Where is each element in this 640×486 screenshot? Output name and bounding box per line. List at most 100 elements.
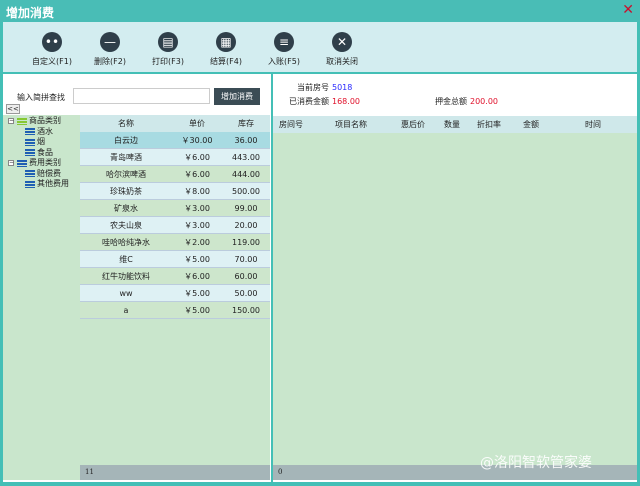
cell-price: ￥8.00 <box>184 187 210 196</box>
room-info: 当前房号 5018 <box>297 82 352 93</box>
cancel-close-button[interactable]: ✕ 取消关闭 <box>313 22 371 72</box>
cell-name: a <box>123 306 129 315</box>
col-discounted-price[interactable]: 惠后价 <box>401 116 425 133</box>
cell-name: 白云边 <box>114 136 138 145</box>
table-row[interactable]: a ￥5.00 150.00 <box>80 302 270 319</box>
checkout-button[interactable]: ▦ 结算(F4) <box>197 22 255 72</box>
tree-node-label: 费用类别 <box>29 158 61 167</box>
table-row[interactable]: 青岛啤酒 ￥6.00 443.00 <box>80 149 270 166</box>
deposit-info: 押金总额 200.00 <box>435 96 498 107</box>
search-label: 输入简拼查找 <box>17 93 65 102</box>
table-row[interactable]: 矿泉水 ￥3.00 99.00 <box>80 200 270 217</box>
cell-name: 维C <box>119 255 133 264</box>
table-row[interactable]: ww ￥5.00 50.00 <box>80 285 270 302</box>
cell-stock: 60.00 <box>234 272 258 281</box>
cell-stock: 70.00 <box>234 255 258 264</box>
tree-node[interactable]: 烟 <box>3 137 80 148</box>
cell-name: ww <box>119 289 133 298</box>
tree-node[interactable]: 赔偿费 <box>3 169 80 180</box>
menu-icon: ≡ <box>274 32 294 52</box>
cell-stock: 500.00 <box>232 187 260 196</box>
col-discount[interactable]: 折扣率 <box>477 116 501 133</box>
tree-node-label: 赔偿费 <box>37 168 61 178</box>
delete-label: 删除(F2) <box>94 57 126 66</box>
collapse-button[interactable]: << <box>6 104 20 114</box>
custom-button[interactable]: •• 自定义(F1) <box>23 22 81 72</box>
delete-button[interactable]: — 删除(F2) <box>81 22 139 72</box>
cancel-close-label: 取消关闭 <box>326 57 358 66</box>
cell-stock: 119.00 <box>232 238 260 247</box>
printer-icon: ▤ <box>158 32 178 52</box>
cell-stock: 99.00 <box>234 204 258 213</box>
tree-node[interactable]: − 费用类别 <box>3 158 80 169</box>
close-circle-icon: ✕ <box>332 32 352 52</box>
close-icon[interactable]: ✕ <box>622 2 634 18</box>
tree-node-label: 酒水 <box>37 126 53 136</box>
title-bar: 增加消费 ✕ <box>0 0 640 22</box>
checkout-label: 结算(F4) <box>210 57 242 66</box>
spent-info: 已消费金额 168.00 <box>289 96 360 107</box>
cell-price: ￥6.00 <box>184 170 210 179</box>
tree-node[interactable]: − 商品类别 <box>3 116 80 127</box>
tree-node[interactable]: 其他费用 <box>3 179 80 190</box>
cell-name: 青岛啤酒 <box>110 153 142 162</box>
cell-price: ￥3.00 <box>184 204 210 213</box>
spent-label: 已消费金额 <box>289 97 329 106</box>
watermark: @洛阳智软管家婆 <box>480 455 592 471</box>
col-item[interactable]: 项目名称 <box>335 116 367 133</box>
deposit-label: 押金总额 <box>435 97 467 106</box>
cell-name: 珍珠奶茶 <box>110 187 142 196</box>
list-icon <box>17 159 27 167</box>
table-row[interactable]: 哈尔滨啤酒 ￥6.00 444.00 <box>80 166 270 183</box>
table-row[interactable]: 红牛功能饮料 ￥6.00 60.00 <box>80 268 270 285</box>
cell-stock: 444.00 <box>232 170 260 179</box>
print-label: 打印(F3) <box>152 57 184 66</box>
cell-price: ￥6.00 <box>184 153 210 162</box>
tree-node[interactable]: 酒水 <box>3 127 80 138</box>
add-consumption-button[interactable]: 增加消费 <box>214 88 260 105</box>
tree-node[interactable]: 食品 <box>3 148 80 159</box>
cell-name: 红牛功能饮料 <box>102 272 150 281</box>
col-time[interactable]: 时间 <box>585 116 601 133</box>
col-stock[interactable]: 库存 <box>222 115 270 132</box>
table-row[interactable]: 哇哈哈纯净水 ￥2.00 119.00 <box>80 234 270 251</box>
post-button[interactable]: ≡ 入账(F5) <box>255 22 313 72</box>
cell-price: ￥3.00 <box>184 221 210 230</box>
table-row[interactable]: 农夫山泉 ￥3.00 20.00 <box>80 217 270 234</box>
cell-price: ￥5.00 <box>184 255 210 264</box>
cell-price: ￥5.00 <box>184 306 210 315</box>
cell-price: ￥6.00 <box>184 272 210 281</box>
left-panel: 输入简拼查找 增加消费 << − 商品类别 酒水烟食品 − 费用类别 赔偿费 其他费用 名称… <box>3 74 271 482</box>
room-label: 当前房号 <box>297 83 329 92</box>
cell-price: ￥5.00 <box>184 289 210 298</box>
cell-stock: 20.00 <box>234 221 258 230</box>
cell-stock: 150.00 <box>232 306 260 315</box>
toolbar: •• 自定义(F1) — 删除(F2) ▤ 打印(F3) ▦ 结算(F4) ≡ 入账(F5… <box>3 22 637 72</box>
goods-count: 11 <box>80 465 270 480</box>
consumption-header: 房间号 项目名称 惠后价 数量 折扣率 金额 时间 <box>273 116 637 133</box>
table-row[interactable]: 维C ￥5.00 70.00 <box>80 251 270 268</box>
goods-header: 名称 单价 库存 <box>80 115 270 132</box>
cell-name: 矿泉水 <box>114 204 138 213</box>
minus-icon: — <box>100 32 120 52</box>
tree-node-label: 其他费用 <box>37 179 69 188</box>
collapse-toggle-icon[interactable]: − <box>8 160 14 167</box>
tree-node-label: 烟 <box>37 137 45 146</box>
table-row[interactable]: 白云边 ￥30.00 36.00 <box>80 132 270 149</box>
print-button[interactable]: ▤ 打印(F3) <box>139 22 197 72</box>
col-amount[interactable]: 金额 <box>523 116 539 133</box>
collapse-toggle-icon[interactable]: − <box>8 118 14 125</box>
search-input[interactable] <box>73 88 210 104</box>
col-name[interactable]: 名称 <box>80 115 172 132</box>
col-room[interactable]: 房间号 <box>279 116 303 133</box>
window-title: 增加消费 <box>6 6 55 20</box>
col-price[interactable]: 单价 <box>172 115 222 132</box>
cell-name: 农夫山泉 <box>110 221 142 230</box>
spent-value: 168.00 <box>332 97 360 106</box>
list-icon <box>25 128 35 136</box>
cell-name: 哇哈哈纯净水 <box>102 238 150 247</box>
list-icon <box>17 117 27 125</box>
custom-label: 自定义(F1) <box>32 57 72 66</box>
col-quantity[interactable]: 数量 <box>444 116 460 133</box>
table-row[interactable]: 珍珠奶茶 ￥8.00 500.00 <box>80 183 270 200</box>
